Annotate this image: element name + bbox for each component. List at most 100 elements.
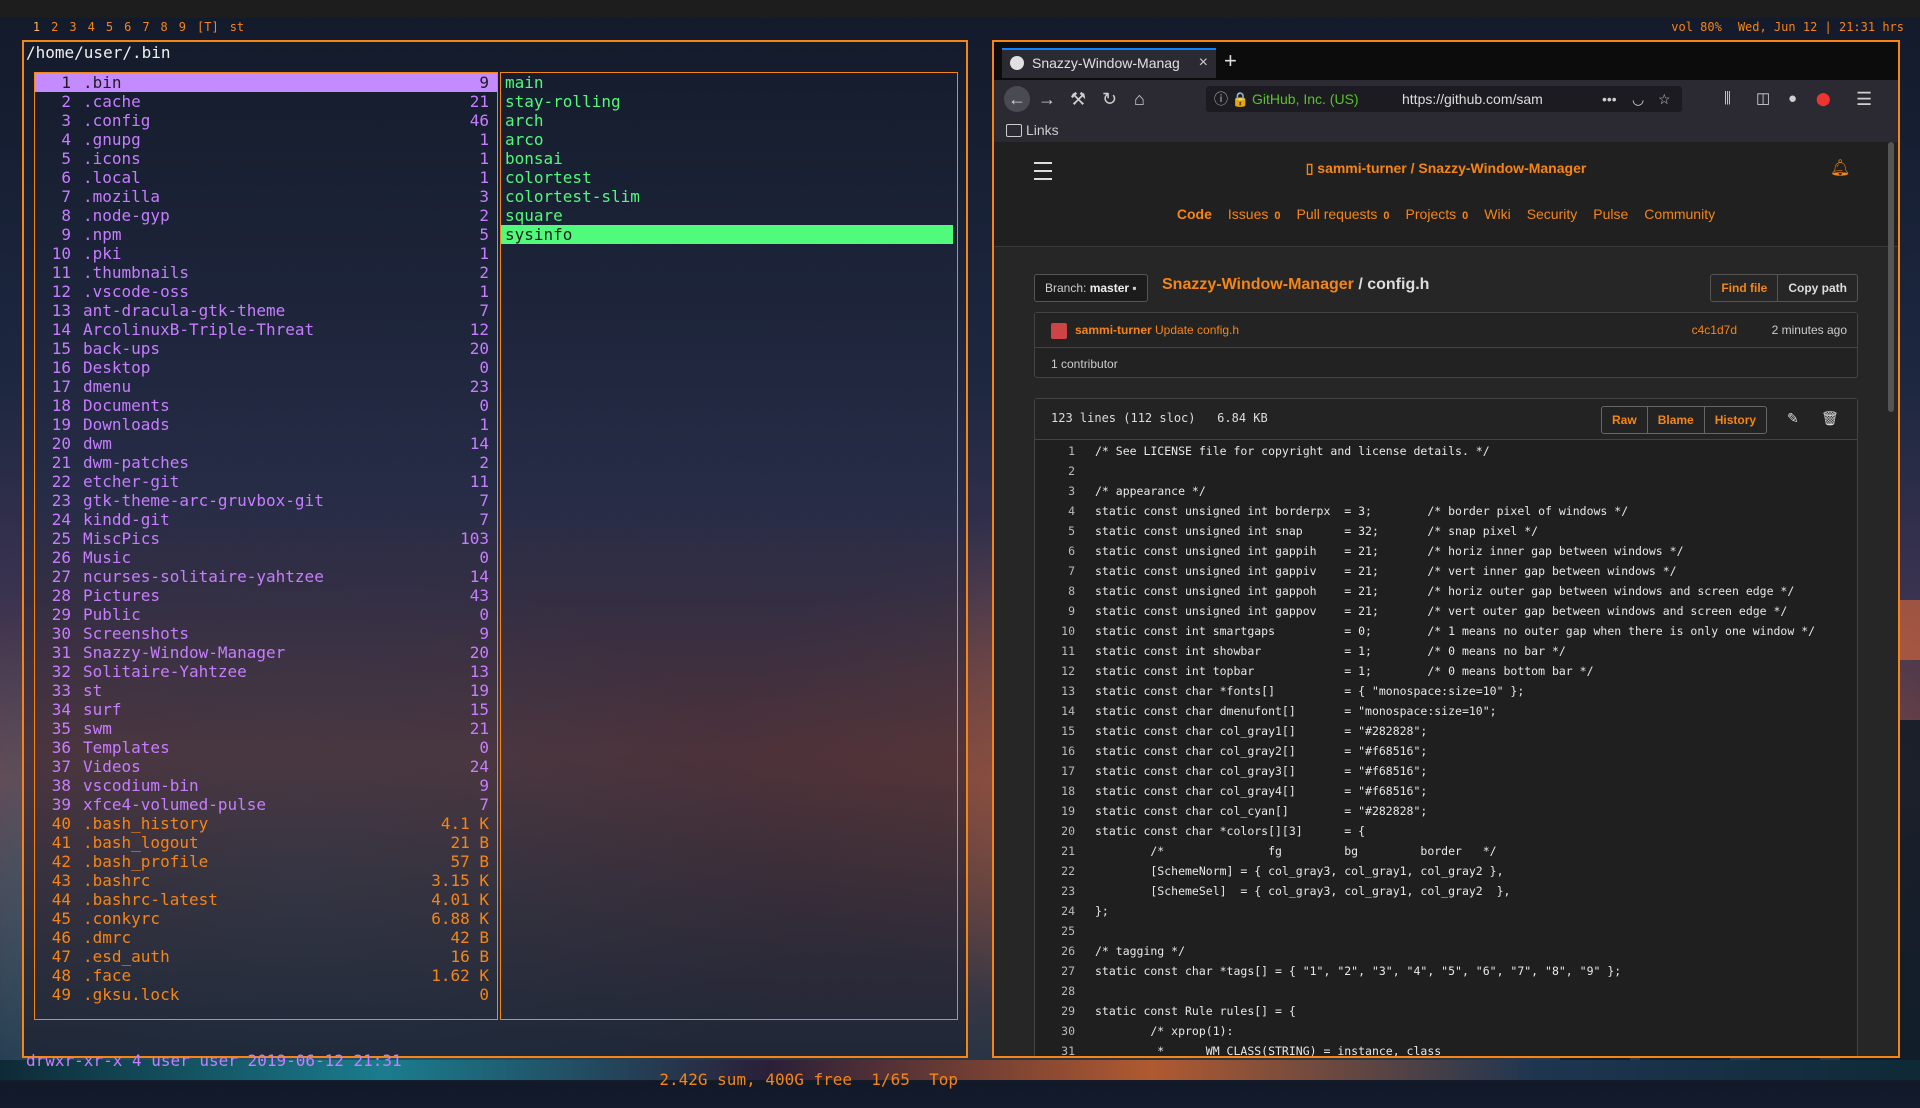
preview-list[interactable]: main stay-rolling arch arco bonsai colortest c… bbox=[500, 72, 958, 1020]
line-number[interactable]: 21 bbox=[1035, 841, 1075, 861]
directory-entry[interactable]: 5 .icons 1 bbox=[35, 149, 497, 168]
line-number[interactable]: 29 bbox=[1035, 1001, 1075, 1021]
directory-entry[interactable]: 14 ArcolinuxB-Triple-Threat 12 bbox=[35, 320, 497, 339]
tab-active[interactable]: Snazzy-Window-Manag × bbox=[1002, 48, 1216, 78]
line-number[interactable]: 19 bbox=[1035, 801, 1075, 821]
page-scrollbar[interactable] bbox=[1888, 142, 1894, 412]
delete-trash-icon[interactable]: 🗑︎ bbox=[1821, 410, 1839, 427]
tab-issues[interactable]: Issues 0 bbox=[1228, 206, 1281, 222]
tag-2[interactable]: 2 bbox=[51, 20, 58, 34]
preview-entry[interactable]: square bbox=[501, 206, 953, 225]
tag-3[interactable]: 3 bbox=[69, 20, 76, 34]
line-number[interactable]: 7 bbox=[1035, 561, 1075, 581]
file-entry[interactable]: 47 .esd_auth 16 B bbox=[35, 947, 497, 966]
repo-owner[interactable]: sammi-turner bbox=[1317, 160, 1406, 176]
bookmark-star-icon[interactable]: ☆ bbox=[1658, 86, 1671, 112]
directory-entry[interactable]: 26 Music 0 bbox=[35, 548, 497, 567]
commit-sha[interactable]: c4c1d7d bbox=[1692, 323, 1737, 337]
new-tab-button[interactable]: + bbox=[1224, 48, 1237, 74]
line-number[interactable]: 13 bbox=[1035, 681, 1075, 701]
close-tab-icon[interactable]: × bbox=[1199, 50, 1208, 76]
file-entry[interactable]: 44 .bashrc-latest 4.01 K bbox=[35, 890, 497, 909]
line-number[interactable]: 4 bbox=[1035, 501, 1075, 521]
preview-entry[interactable]: arco bbox=[501, 130, 953, 149]
line-number[interactable]: 10 bbox=[1035, 621, 1075, 641]
tab-projects[interactable]: Projects 0 bbox=[1406, 206, 1469, 222]
directory-entry[interactable]: 32 Solitaire-Yahtzee 13 bbox=[35, 662, 497, 681]
line-number[interactable]: 18 bbox=[1035, 781, 1075, 801]
directory-entry[interactable]: 18 Documents 0 bbox=[35, 396, 497, 415]
home-icon[interactable]: ⌂ bbox=[1134, 88, 1145, 110]
line-number[interactable]: 3 bbox=[1035, 481, 1075, 501]
directory-entry[interactable]: 19 Downloads 1 bbox=[35, 415, 497, 434]
tag-9[interactable]: 9 bbox=[179, 20, 186, 34]
layout-indicator[interactable]: [T] bbox=[197, 20, 219, 34]
line-number[interactable]: 8 bbox=[1035, 581, 1075, 601]
directory-entry[interactable]: 2 .cache 21 bbox=[35, 92, 497, 111]
preview-entry[interactable]: main bbox=[501, 73, 953, 92]
blame-button[interactable]: Blame bbox=[1648, 407, 1705, 433]
bookmark-links[interactable]: Links bbox=[1026, 118, 1059, 142]
commit-author[interactable]: sammi-turner bbox=[1075, 323, 1152, 337]
line-number[interactable]: 26 bbox=[1035, 941, 1075, 961]
directory-entry[interactable]: 22 etcher-git 11 bbox=[35, 472, 497, 491]
directory-entry[interactable]: 36 Templates 0 bbox=[35, 738, 497, 757]
directory-entry[interactable]: 33 st 19 bbox=[35, 681, 497, 700]
library-icon[interactable]: ⫼ bbox=[1724, 88, 1731, 110]
line-number[interactable]: 25 bbox=[1035, 921, 1075, 941]
directory-entry[interactable]: 23 gtk-theme-arc-gruvbox-git 7 bbox=[35, 491, 497, 510]
directory-entry[interactable]: 37 Videos 24 bbox=[35, 757, 497, 776]
back-icon[interactable]: ← bbox=[1004, 86, 1030, 112]
directory-entry[interactable]: 9 .npm 5 bbox=[35, 225, 497, 244]
directory-entry[interactable]: 11 .thumbnails 2 bbox=[35, 263, 497, 282]
contributor-count[interactable]: 1 contributor bbox=[1051, 357, 1118, 371]
tag-1[interactable]: 1 bbox=[33, 20, 40, 34]
line-number[interactable]: 6 bbox=[1035, 541, 1075, 561]
history-button[interactable]: History bbox=[1705, 407, 1766, 433]
line-number[interactable]: 14 bbox=[1035, 701, 1075, 721]
directory-entry[interactable]: 35 swm 21 bbox=[35, 719, 497, 738]
extension-icon[interactable]: ● bbox=[1788, 88, 1797, 110]
tag-4[interactable]: 4 bbox=[88, 20, 95, 34]
line-number[interactable]: 28 bbox=[1035, 981, 1075, 1001]
directory-entry[interactable]: 3 .config 46 bbox=[35, 111, 497, 130]
directory-list[interactable]: 1 .bin 9 2 .cache 21 3 .config 46 4 .gnupg 1 5 .icons… bbox=[34, 72, 498, 1020]
directory-entry[interactable]: 10 .pki 1 bbox=[35, 244, 497, 263]
preview-entry[interactable]: bonsai bbox=[501, 149, 953, 168]
directory-entry[interactable]: 24 kindd-git 7 bbox=[35, 510, 497, 529]
line-number[interactable]: 23 bbox=[1035, 881, 1075, 901]
directory-entry[interactable]: 17 dmenu 23 bbox=[35, 377, 497, 396]
line-number[interactable]: 30 bbox=[1035, 1021, 1075, 1041]
file-entry[interactable]: 40 .bash_history 4.1 K bbox=[35, 814, 497, 833]
directory-entry[interactable]: 38 vscodium-bin 9 bbox=[35, 776, 497, 795]
file-entry[interactable]: 42 .bash_profile 57 B bbox=[35, 852, 497, 871]
line-number[interactable]: 1 bbox=[1035, 441, 1075, 461]
tag-8[interactable]: 8 bbox=[161, 20, 168, 34]
find-file-button[interactable]: Find file bbox=[1711, 275, 1779, 301]
tag-5[interactable]: 5 bbox=[106, 20, 113, 34]
line-number[interactable]: 16 bbox=[1035, 741, 1075, 761]
avatar[interactable] bbox=[1051, 323, 1067, 339]
tab-pull-requests[interactable]: Pull requests 0 bbox=[1296, 206, 1389, 222]
line-number[interactable]: 20 bbox=[1035, 821, 1075, 841]
preview-entry[interactable]: sysinfo bbox=[501, 225, 953, 244]
edit-pencil-icon[interactable]: ✎ bbox=[1787, 410, 1799, 427]
branch-select[interactable]: Branch: master ▪ bbox=[1034, 274, 1148, 302]
copy-path-button[interactable]: Copy path bbox=[1778, 275, 1857, 301]
notification-bell-icon[interactable]: 🔔︎ bbox=[1830, 158, 1850, 178]
menu-icon[interactable]: ☰ bbox=[1856, 88, 1872, 110]
firefox-window[interactable]: Snazzy-Window-Manag × + ← → ⚒ ↻ ⌂ ⓘ 🔒 Gi… bbox=[992, 40, 1900, 1058]
tab-pulse[interactable]: Pulse bbox=[1593, 206, 1628, 222]
line-number[interactable]: 24 bbox=[1035, 901, 1075, 921]
commit-message[interactable]: Update config.h bbox=[1155, 323, 1239, 337]
directory-entry[interactable]: 28 Pictures 43 bbox=[35, 586, 497, 605]
directory-entry[interactable]: 16 Desktop 0 bbox=[35, 358, 497, 377]
url-input[interactable]: https://github.com/sam bbox=[1402, 86, 1572, 112]
adblock-icon[interactable]: ⬤ bbox=[1816, 88, 1831, 110]
page-actions-icon[interactable]: ••• bbox=[1602, 86, 1617, 112]
tab-community[interactable]: Community bbox=[1644, 206, 1715, 222]
directory-entry[interactable]: 15 back-ups 20 bbox=[35, 339, 497, 358]
file-entry[interactable]: 41 .bash_logout 21 B bbox=[35, 833, 497, 852]
tab-wiki[interactable]: Wiki bbox=[1484, 206, 1510, 222]
line-number[interactable]: 31 bbox=[1035, 1041, 1075, 1056]
